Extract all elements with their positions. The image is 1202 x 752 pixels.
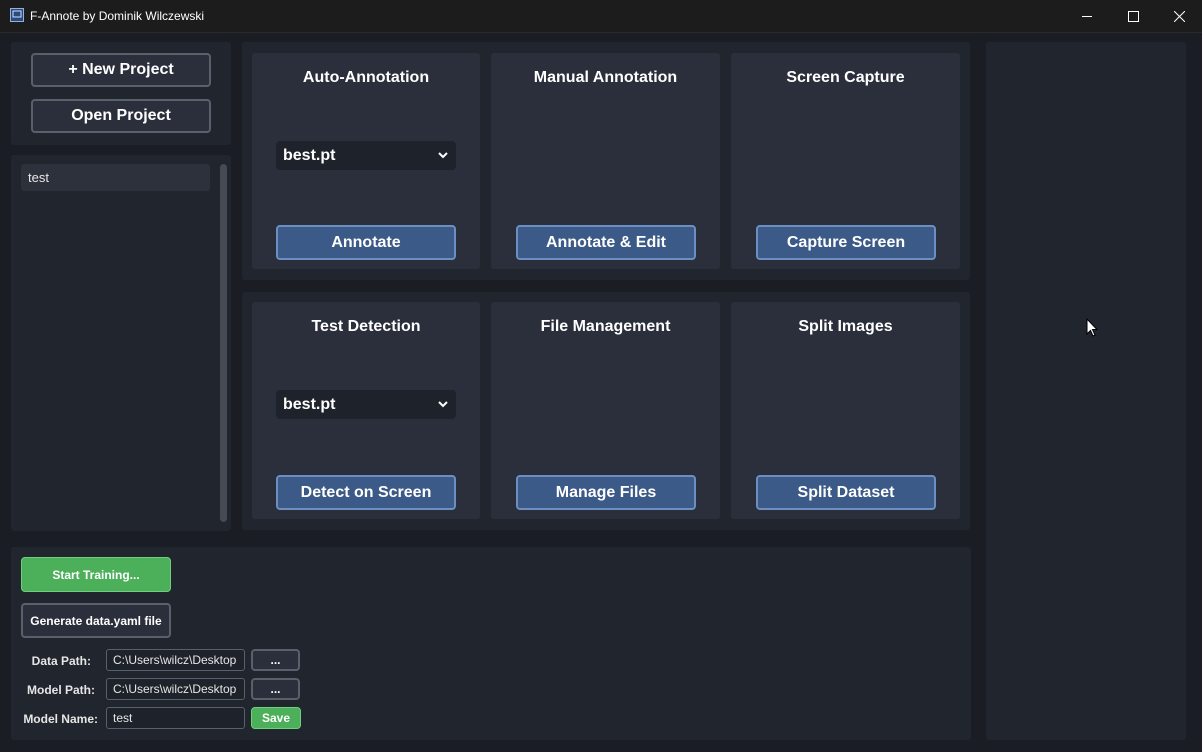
mouse-cursor-icon	[1086, 318, 1098, 337]
minimize-icon	[1081, 15, 1092, 17]
chevron-down-icon	[438, 152, 448, 159]
start-training-button[interactable]: Start Training...	[21, 557, 171, 592]
save-button[interactable]: Save	[251, 707, 301, 729]
annotate-edit-button[interactable]: Annotate & Edit	[516, 225, 696, 260]
generate-yaml-button[interactable]: Generate data.yaml file	[21, 603, 171, 638]
capture-screen-button[interactable]: Capture Screen	[756, 225, 936, 260]
window-title: F-Annote by Dominik Wilczewski	[30, 9, 205, 23]
preview-panel	[986, 42, 1186, 740]
model-name-input[interactable]: test	[106, 707, 245, 729]
auto-annotation-model-select[interactable]: best.pt	[276, 141, 456, 170]
project-list-item[interactable]: test	[21, 164, 210, 191]
model-path-label: Model Path:	[27, 683, 95, 697]
auto-annotation-title: Auto-Annotation	[302, 69, 430, 86]
manage-files-button[interactable]: Manage Files	[516, 475, 696, 510]
new-project-button[interactable]: + New Project	[31, 53, 211, 87]
test-detection-title: Test Detection	[311, 318, 421, 335]
file-management-title: File Management	[540, 318, 671, 335]
screen-capture-title: Screen Capture	[786, 69, 905, 86]
detect-on-screen-button[interactable]: Detect on Screen	[276, 475, 456, 510]
close-icon	[1173, 10, 1185, 22]
manual-annotation-title: Manual Annotation	[533, 69, 678, 86]
maximize-icon	[1127, 10, 1139, 22]
model-path-input[interactable]: C:\Users\wilcz\Desktop	[106, 678, 245, 700]
auto-annotation-model-value: best.pt	[283, 147, 336, 164]
open-project-button[interactable]: Open Project	[31, 99, 211, 133]
data-path-browse-button[interactable]: ...	[251, 649, 300, 671]
annotate-button[interactable]: Annotate	[276, 225, 456, 260]
maximize-button[interactable]	[1110, 0, 1156, 32]
test-detection-model-value: best.pt	[283, 396, 336, 413]
project-list-panel	[11, 155, 231, 531]
test-detection-model-select[interactable]: best.pt	[276, 390, 456, 419]
model-name-label: Model Name:	[23, 712, 98, 726]
title-bar: F-Annote by Dominik Wilczewski	[0, 0, 1202, 33]
minimize-button[interactable]	[1064, 0, 1110, 32]
project-list-scrollbar[interactable]	[220, 164, 227, 522]
app-icon	[10, 8, 24, 22]
data-path-label: Data Path:	[31, 654, 91, 668]
split-dataset-button[interactable]: Split Dataset	[756, 475, 936, 510]
chevron-down-icon	[438, 401, 448, 408]
data-path-input[interactable]: C:\Users\wilcz\Desktop	[106, 649, 245, 671]
model-path-browse-button[interactable]: ...	[251, 678, 300, 700]
close-button[interactable]	[1156, 0, 1202, 32]
split-images-title: Split Images	[798, 318, 893, 335]
